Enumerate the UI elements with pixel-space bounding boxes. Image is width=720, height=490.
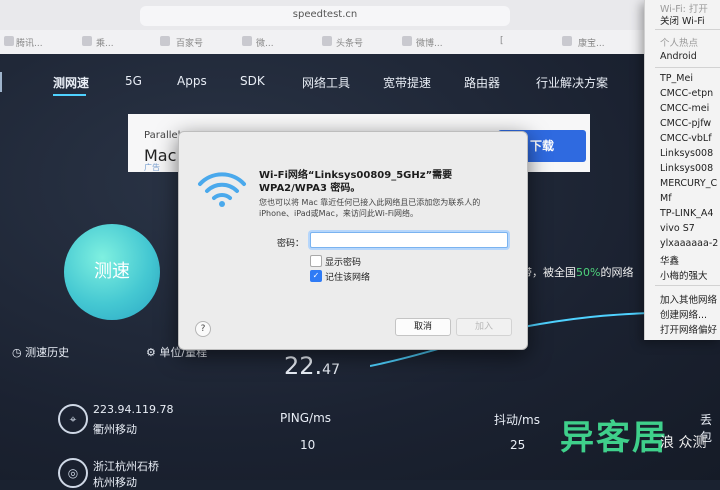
bookmark-item[interactable]: 康宝...	[578, 36, 605, 49]
network-item[interactable]: CMCC-vbLf	[660, 133, 712, 144]
bookmark-item[interactable]: 微...	[256, 36, 274, 49]
ping-value: 10	[300, 438, 316, 452]
ip-address: 223.94.119.78	[93, 403, 174, 416]
jitter-value: 25	[510, 438, 526, 452]
bookmark-item[interactable]: 头条号	[336, 36, 363, 49]
turn-off-wifi-item[interactable]: 关闭 Wi-Fi	[660, 13, 705, 27]
weibo-icon	[402, 36, 412, 46]
server-node[interactable]: 浙江杭州石桥	[93, 458, 159, 474]
ad-tag: 广告	[144, 163, 160, 172]
network-item[interactable]: CMCC-etpn	[660, 88, 713, 99]
network-item[interactable]: TP_Mei	[660, 73, 693, 84]
hotspot-item[interactable]: Android	[660, 51, 697, 62]
network-item[interactable]: Linksys008	[660, 148, 713, 159]
bookmark-item[interactable]: 百家号	[176, 36, 203, 49]
wifi-icon	[198, 172, 246, 207]
location-icon: ⌖	[58, 404, 88, 434]
bookmark-item[interactable]: [	[500, 36, 504, 46]
ranking-percent: 50%	[576, 266, 601, 279]
password-label: 密码：	[277, 239, 305, 249]
address-text: speedtest.cn	[292, 9, 358, 20]
gear-icon: ⚙	[146, 346, 156, 359]
show-password-checkbox[interactable]	[310, 255, 322, 267]
network-item[interactable]: CMCC-mei	[660, 103, 709, 114]
menu-separator	[655, 67, 720, 68]
join-other-network-item[interactable]: 加入其他网络	[660, 292, 717, 306]
bookmark-icon	[322, 36, 332, 46]
jitter-label: 抖动/ms	[494, 413, 540, 427]
ad-title: Parallel	[144, 130, 181, 141]
show-password-label: 显示密码	[325, 258, 362, 268]
remember-network-label: 记住该网络	[325, 273, 371, 283]
address-bar[interactable]: speedtest.cn	[140, 6, 510, 26]
ranking-note: 宽带，被全国50%的网络	[510, 264, 633, 280]
watermark-tag: 浪 众测	[660, 435, 707, 451]
server-icon: ◎	[58, 458, 88, 488]
bookmark-icon	[562, 36, 572, 46]
nav-solutions[interactable]: 行业解决方案	[536, 74, 608, 91]
bookmark-item[interactable]: 腾讯...	[16, 36, 43, 49]
password-input[interactable]	[310, 232, 508, 248]
wifi-menu: Wi-Fi: 打开 关闭 Wi-Fi 个人热点 Android TP_Mei C…	[644, 0, 720, 340]
watermark-logo: 异客居	[560, 418, 668, 458]
dialog-description: 您也可以将 Mac 靠近任何已接入此网络且已添加您为联系人的 iPhone、iP…	[259, 198, 481, 218]
history-label: 测速历史	[25, 346, 70, 359]
network-item[interactable]: 小梅的强大	[660, 268, 708, 282]
network-item[interactable]: TP-LINK_A4	[660, 208, 713, 219]
cancel-button[interactable]: 取消	[395, 318, 451, 336]
ping-label: PING/ms	[280, 411, 332, 425]
remember-network-checkbox[interactable]: ✓	[310, 270, 322, 282]
bookmark-item[interactable]: 微博...	[416, 36, 443, 49]
bookmark-icon	[242, 36, 252, 46]
nav-sdk[interactable]: SDK	[240, 74, 265, 88]
network-item[interactable]: 华鑫	[660, 253, 679, 267]
ranking-note-post: 的网络	[600, 266, 634, 279]
bookmark-icon	[82, 36, 92, 46]
network-item[interactable]: MERCURY_C	[660, 178, 717, 189]
start-test-button[interactable]: 测速	[64, 224, 160, 320]
network-item[interactable]: Mf	[660, 193, 672, 204]
menu-separator	[655, 29, 720, 30]
bookmarks-bar: 腾讯... 乘... 百家号 微... 头条号 微博... [ 康宝...	[0, 30, 720, 55]
speed-value: 22.47	[284, 352, 340, 380]
menu-icon[interactable]	[0, 72, 8, 92]
join-button[interactable]: 加入	[456, 318, 512, 336]
network-item[interactable]: ylxaaaaaa-2	[660, 238, 718, 249]
nav-tools[interactable]: 网络工具	[302, 74, 350, 91]
isp-name: 衢州移动	[93, 423, 137, 436]
nav-apps[interactable]: Apps	[177, 74, 207, 88]
network-preferences-item[interactable]: 打开网络偏好	[660, 322, 717, 336]
nav-router[interactable]: 路由器	[464, 74, 500, 91]
help-button[interactable]: ?	[195, 321, 211, 337]
create-network-item[interactable]: 创建网络...	[660, 307, 707, 321]
nav-active-indicator	[53, 94, 86, 96]
hotspot-header: 个人热点	[660, 38, 699, 49]
bookmark-icon	[4, 36, 14, 46]
nav-5g[interactable]: 5G	[125, 74, 142, 88]
history-link[interactable]: ◷ 测速历史	[12, 344, 69, 360]
browser-toolbar: speedtest.cn	[0, 0, 720, 30]
bookmark-icon	[160, 36, 170, 46]
nav-broadband[interactable]: 宽带提速	[383, 74, 431, 91]
history-icon: ◷	[12, 346, 22, 359]
network-item[interactable]: CMCC-pjfw	[660, 118, 711, 129]
network-item[interactable]: Linksys008	[660, 163, 713, 174]
speed-value-decimal: 47	[322, 362, 340, 378]
nav-speedtest[interactable]: 测网速	[53, 74, 89, 91]
menu-separator	[655, 285, 720, 286]
server-isp: 杭州移动	[93, 476, 137, 489]
speed-value-main: 22.	[284, 352, 323, 380]
wifi-password-dialog: Wi-Fi网络“Linksys00809_5GHz”需要 WPA2/WPA3 密…	[178, 131, 528, 350]
bookmark-item[interactable]: 乘...	[96, 36, 114, 49]
dialog-title: Wi-Fi网络“Linksys00809_5GHz”需要 WPA2/WPA3 密…	[259, 170, 453, 194]
network-item[interactable]: vivo S7	[660, 223, 695, 234]
